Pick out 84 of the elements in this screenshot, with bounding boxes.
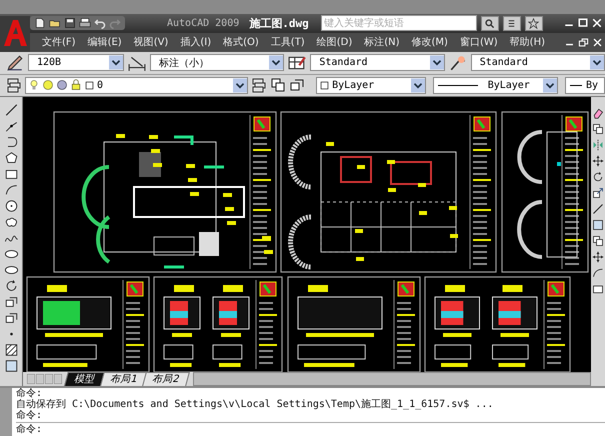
exchange-button[interactable] (502, 16, 521, 31)
move-icon[interactable] (592, 251, 604, 264)
copy-icon[interactable] (592, 123, 604, 136)
text-style-dropdown[interactable]: 120B (28, 54, 124, 72)
print-icon[interactable] (79, 17, 91, 30)
scale-icon[interactable] (592, 187, 604, 200)
linetype-dropdown[interactable]: ByLayer (432, 76, 558, 94)
block-icon[interactable] (4, 311, 18, 326)
layout-tab[interactable]: 模型 (64, 372, 106, 386)
lineweight-dropdown[interactable]: By (565, 76, 605, 94)
restore-icon[interactable] (578, 36, 589, 48)
caret-icon (543, 78, 557, 93)
layout-tab[interactable]: 布局2 (142, 372, 191, 386)
maximize-icon[interactable] (577, 17, 589, 30)
menu-item[interactable]: 窗口(W) (454, 35, 504, 50)
command-prompt[interactable]: 命令: (16, 422, 605, 436)
command-history-line: 命令: (16, 388, 42, 400)
caret-icon (430, 55, 444, 70)
line-icon[interactable] (4, 103, 18, 118)
layer-dropdown[interactable]: 0 (25, 76, 248, 94)
menu-item[interactable]: 标注(N) (358, 35, 406, 50)
lines-icon (506, 18, 518, 29)
arc-icon[interactable] (592, 267, 604, 280)
menu-item[interactable]: 插入(I) (174, 35, 218, 50)
command-history-line: 命令: (16, 410, 44, 422)
move-icon[interactable] (592, 155, 604, 168)
cloud-icon[interactable] (4, 215, 18, 230)
text-style-icon[interactable] (6, 54, 24, 72)
hatch-icon[interactable] (4, 343, 18, 358)
layer-state-icon[interactable] (251, 77, 268, 94)
erase-icon[interactable] (592, 107, 604, 120)
rectangle-icon[interactable] (4, 167, 18, 182)
menu-item[interactable]: 工具(T) (264, 35, 311, 50)
menu-item[interactable]: 视图(V) (128, 35, 174, 50)
command-history-line: 自动保存到 C:\Documents and Settings\v\Local Settings\Temp\施工图_1_1_6157.sv$ ... (16, 399, 494, 410)
arc-icon[interactable] (4, 183, 18, 198)
menu-item[interactable]: 绘图(D) (310, 35, 358, 50)
layout-tab[interactable]: 布局1 (100, 372, 148, 386)
lock-icon (70, 79, 82, 92)
star-icon (528, 18, 540, 29)
close-icon[interactable] (591, 17, 603, 30)
rectangle-icon[interactable] (592, 283, 604, 296)
caret-icon (233, 78, 248, 93)
block-icon[interactable] (4, 295, 18, 310)
menu-item[interactable]: 文件(F) (36, 35, 82, 50)
region-icon[interactable] (592, 219, 604, 232)
layer-manager-icon[interactable] (6, 77, 22, 94)
window-title: AutoCAD 2009 (167, 18, 240, 29)
search-button[interactable] (480, 16, 499, 31)
search-field[interactable]: 键入关键字或短语 (320, 15, 477, 32)
color-square-icon (319, 80, 330, 91)
dim-style-dropdown[interactable]: 标注（小） (150, 54, 284, 72)
new-file-icon[interactable] (34, 17, 46, 30)
mirror-icon[interactable] (592, 139, 604, 152)
line-icon[interactable] (592, 203, 604, 216)
multileader-style-dropdown[interactable]: Standard (470, 54, 605, 72)
color-dropdown[interactable]: ByLayer (316, 76, 426, 94)
circle-icon[interactable] (4, 199, 18, 214)
color-square-icon (84, 80, 95, 91)
caret-icon (590, 55, 604, 70)
leader-style-icon[interactable] (448, 54, 467, 72)
caret-icon (109, 55, 124, 70)
file-name: 施工图.dwg (249, 16, 309, 31)
polygon-icon[interactable] (4, 151, 18, 166)
undo-icon[interactable] (94, 17, 106, 30)
bulb-icon (28, 79, 40, 92)
caret-icon (410, 78, 425, 93)
copy-icon[interactable] (592, 235, 604, 248)
favorites-button[interactable] (524, 16, 543, 31)
menu-item[interactable]: 编辑(E) (82, 35, 128, 50)
caret-icon (269, 55, 284, 70)
region-icon[interactable] (4, 359, 18, 374)
menu-item[interactable]: 修改(M) (406, 35, 454, 50)
search-icon (484, 18, 496, 29)
rotate-icon[interactable] (592, 171, 604, 184)
close-icon[interactable] (592, 36, 603, 48)
menu-item[interactable]: 格式(O) (217, 35, 265, 50)
horizontal-scrollbar[interactable] (192, 372, 591, 386)
sun-icon (42, 79, 54, 92)
command-window-grip[interactable] (0, 388, 12, 436)
save-icon[interactable] (64, 17, 76, 30)
menu-item[interactable]: 帮助(H) (504, 35, 551, 50)
table-style-dropdown[interactable]: Standard (310, 54, 445, 72)
rotate-icon[interactable] (4, 279, 18, 294)
